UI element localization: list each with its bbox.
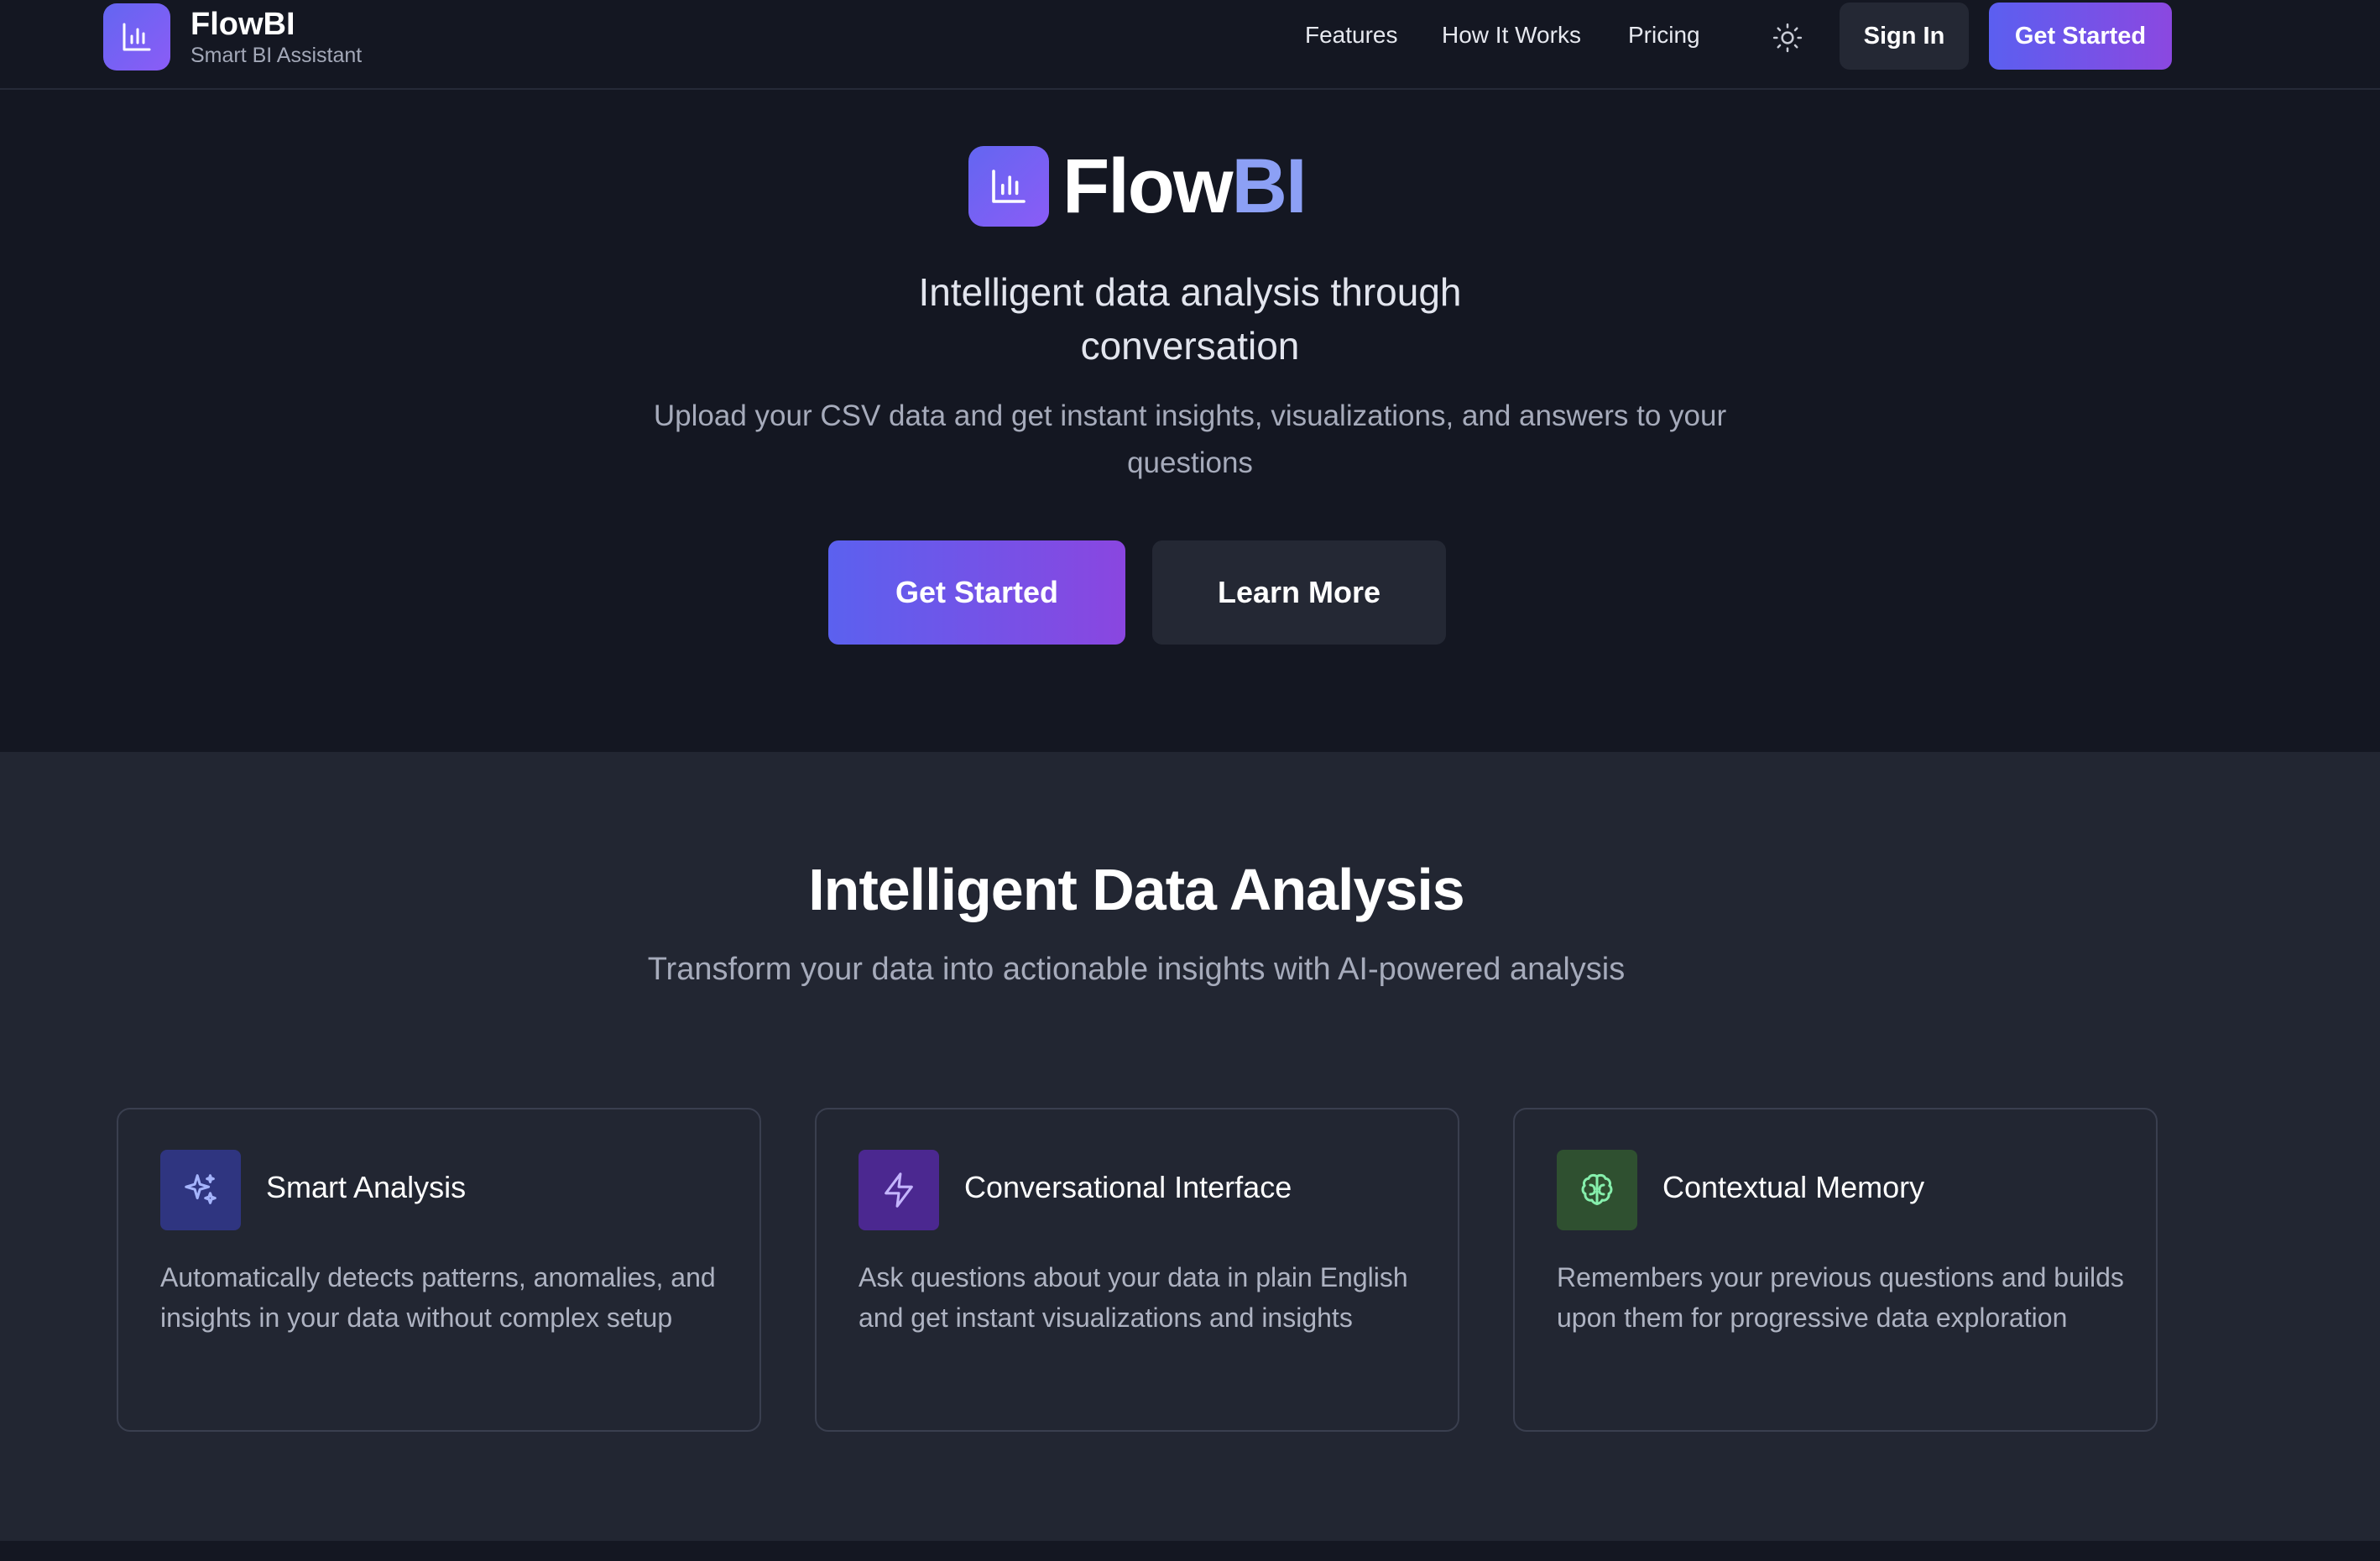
feature-card-title: Conversational Interface: [964, 1170, 1292, 1204]
feature-card-conversational-interface: Conversational Interface Ask questions a…: [815, 1108, 1459, 1432]
feature-card-description: Ask questions about your data in plain E…: [859, 1262, 1408, 1333]
hero-description: Upload your CSV data and get instant ins…: [554, 393, 1826, 487]
feature-card-description: Automatically detects patterns, anomalie…: [160, 1262, 716, 1333]
sign-in-button[interactable]: Sign In: [1840, 3, 1969, 70]
feature-card-smart-analysis: Smart Analysis Automatically detects pat…: [117, 1108, 761, 1432]
hero-tagline-line2: conversation: [1080, 324, 1300, 368]
hero-tagline: Intelligent data analysis through conver…: [770, 265, 1610, 373]
nav-link-pricing[interactable]: Pricing: [1628, 22, 1700, 49]
hero-title-bi: BI: [1231, 144, 1307, 229]
features-title: Intelligent Data Analysis: [808, 857, 1465, 922]
hero-title: FlowBI: [1062, 144, 1307, 229]
feature-card-title: Contextual Memory: [1662, 1170, 1925, 1204]
lightning-icon: [859, 1150, 939, 1230]
brand-name: FlowBI: [191, 7, 295, 42]
hero-description-line2: questions: [1127, 446, 1253, 479]
hero-section: FlowBI Intelligent data analysis through…: [0, 91, 2380, 752]
features-section: Intelligent Data Analysis Transform your…: [0, 752, 2380, 1541]
sun-icon: [1772, 23, 1803, 53]
feature-card-contextual-memory: Contextual Memory Remembers your previou…: [1513, 1108, 2158, 1432]
features-subtitle: Transform your data into actionable insi…: [647, 952, 1626, 987]
sparkles-icon: [160, 1150, 241, 1230]
hero-brand: FlowBI: [968, 144, 1307, 229]
nav-link-features[interactable]: Features: [1305, 22, 1398, 49]
nav-get-started-button[interactable]: Get Started: [1989, 3, 2172, 70]
hero-get-started-button[interactable]: Get Started: [828, 540, 1125, 645]
next-section-edge: [0, 1541, 2380, 1561]
learn-more-button[interactable]: Learn More: [1152, 540, 1446, 645]
brand[interactable]: FlowBI Smart BI Assistant: [103, 3, 362, 70]
brand-subtitle: Smart BI Assistant: [191, 44, 363, 67]
hero-description-line1: Upload your CSV data and get instant ins…: [653, 399, 1727, 432]
brain-icon: [1557, 1150, 1637, 1230]
top-nav: FlowBI Smart BI Assistant Features How I…: [0, 0, 2380, 90]
hero-title-flow: Flow: [1062, 144, 1234, 229]
bar-chart-icon: [968, 146, 1049, 227]
bar-chart-icon: [103, 3, 170, 70]
feature-card-description: Remembers your previous questions and bu…: [1557, 1262, 2124, 1333]
hero-tagline-line1: Intelligent data analysis through: [918, 270, 1462, 314]
nav-link-how-it-works[interactable]: How It Works: [1442, 22, 1581, 49]
feature-card-title: Smart Analysis: [266, 1170, 467, 1204]
theme-toggle-button[interactable]: [1768, 18, 1807, 57]
